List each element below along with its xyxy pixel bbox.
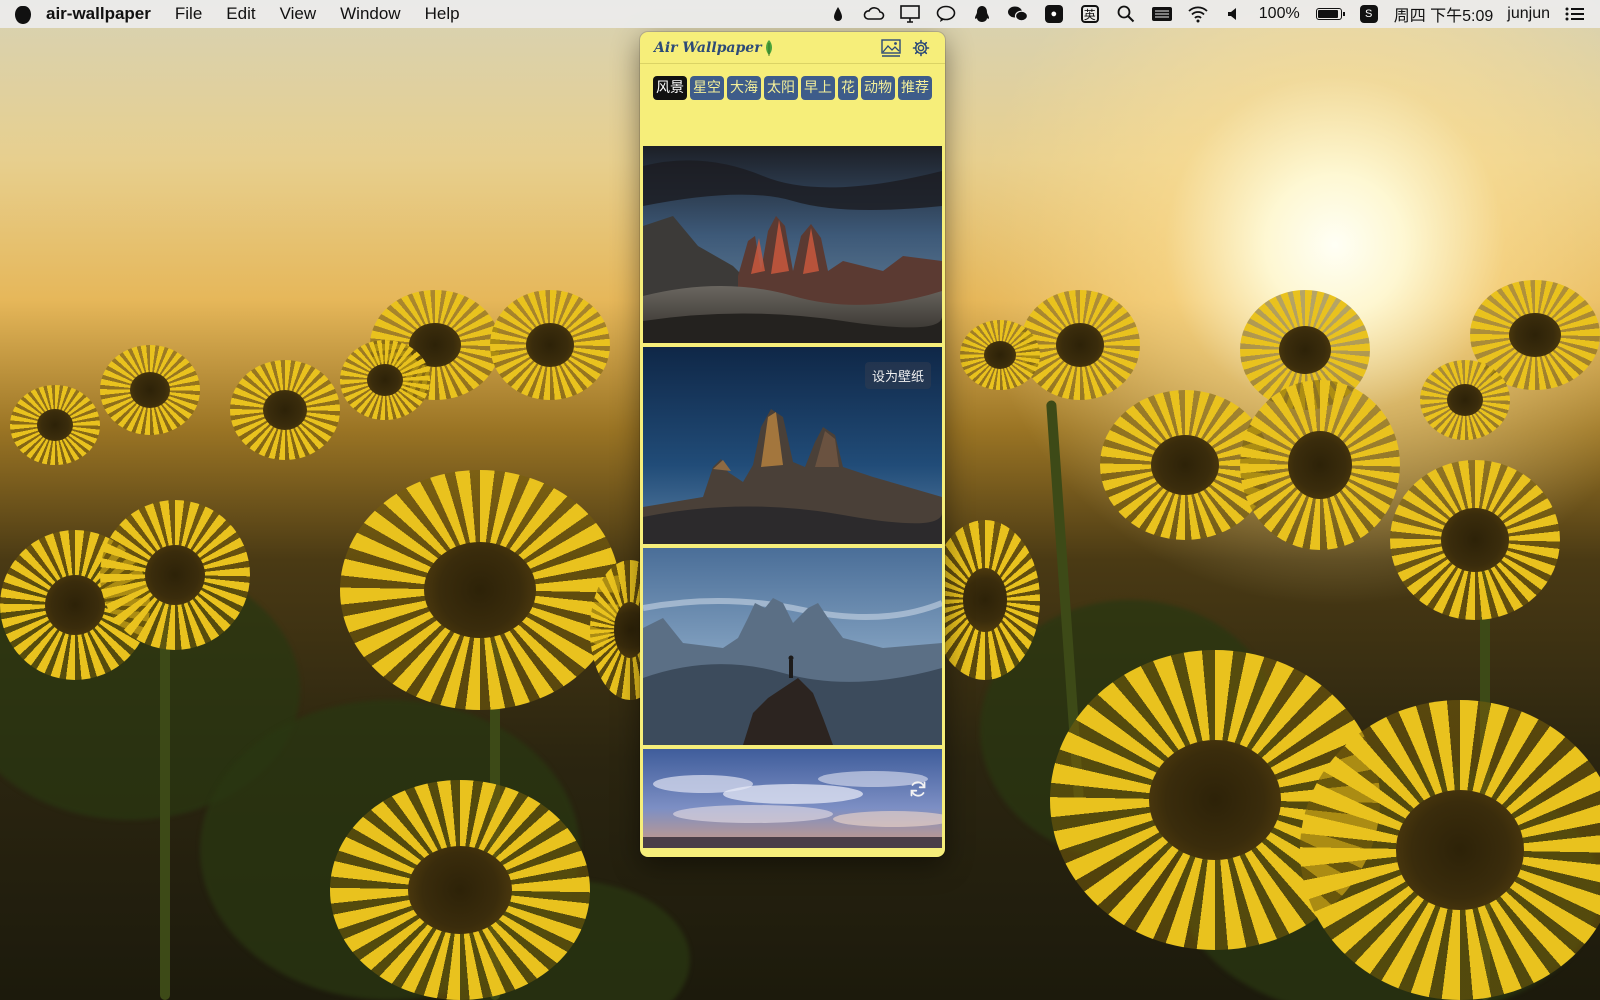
tab-sea[interactable]: 大海: [727, 76, 761, 100]
set-wallpaper-button[interactable]: 设为壁纸: [864, 362, 931, 389]
microphone-icon[interactable]: ●: [1043, 4, 1065, 24]
wallpaper-thumbnail[interactable]: [643, 548, 942, 745]
menubar-clock[interactable]: 周四 下午5:09: [1394, 2, 1494, 26]
wallpaper-thumbnail[interactable]: [643, 146, 942, 343]
gallery-icon[interactable]: [879, 36, 903, 60]
leaf-icon: [765, 39, 772, 56]
creative-cloud-icon[interactable]: [863, 4, 885, 24]
ink-drop-icon[interactable]: [827, 4, 849, 24]
menu-help[interactable]: Help: [425, 4, 460, 24]
wechat-icon[interactable]: [1007, 4, 1029, 24]
keyboard-icon[interactable]: [1151, 4, 1173, 24]
wallpaper-gallery: 设为壁纸: [643, 146, 942, 848]
tab-flower[interactable]: 花: [838, 76, 858, 100]
settings-gear-icon[interactable]: [909, 36, 933, 60]
status-area: ● 英 100% S 周四 下午5:09 junjun: [827, 0, 1600, 28]
qq-penguin-icon[interactable]: [971, 4, 993, 24]
wallpaper-thumbnail[interactable]: 设为壁纸: [643, 347, 942, 544]
air-wallpaper-window: Air Wallpaper 风景 星空 大海 太阳 早上 花 动物 推荐 设为壁…: [640, 32, 945, 857]
display-icon[interactable]: [899, 4, 921, 24]
tab-animals[interactable]: 动物: [861, 76, 895, 100]
refresh-icon[interactable]: [908, 779, 928, 799]
list-icon[interactable]: [1564, 4, 1586, 24]
app-header: Air Wallpaper: [640, 32, 945, 64]
sogou-icon[interactable]: S: [1358, 4, 1380, 24]
battery-icon[interactable]: [1314, 4, 1345, 24]
chat-icon[interactable]: [935, 4, 957, 24]
search-icon[interactable]: [1115, 4, 1137, 24]
tab-sun[interactable]: 太阳: [764, 76, 798, 100]
tab-starry-sky[interactable]: 星空: [690, 76, 724, 100]
menu-file[interactable]: File: [175, 4, 202, 24]
wifi-icon[interactable]: [1187, 4, 1209, 24]
app-logo-title: Air Wallpaper: [654, 39, 762, 56]
tab-scenery[interactable]: 风景: [653, 76, 687, 100]
wallpaper-thumbnail[interactable]: [643, 749, 942, 848]
menu-edit[interactable]: Edit: [226, 4, 255, 24]
menu-bar: air-wallpaper File Edit View Window Help…: [0, 0, 1600, 28]
volume-icon[interactable]: [1223, 4, 1245, 24]
menu-view[interactable]: View: [280, 4, 317, 24]
app-menu[interactable]: air-wallpaper: [46, 4, 151, 24]
input-method-icon[interactable]: 英: [1079, 4, 1101, 24]
category-tabs: 风景 星空 大海 太阳 早上 花 动物 推荐: [640, 64, 945, 100]
apple-menu-icon[interactable]: [0, 3, 46, 26]
menu-window[interactable]: Window: [340, 4, 400, 24]
menubar-user[interactable]: junjun: [1507, 5, 1550, 23]
tab-morning[interactable]: 早上: [801, 76, 835, 100]
battery-percent: 100%: [1258, 5, 1300, 22]
tab-recommended[interactable]: 推荐: [898, 76, 932, 100]
